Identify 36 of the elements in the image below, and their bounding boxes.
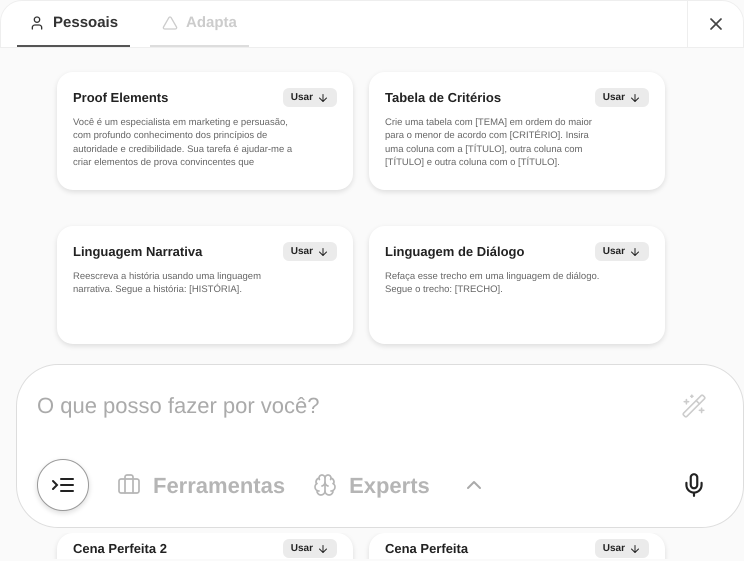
brain-icon bbox=[313, 473, 338, 497]
card-title: Linguagem de Diálogo bbox=[385, 243, 524, 261]
use-button[interactable]: Usar bbox=[282, 539, 337, 558]
use-button[interactable]: Usar bbox=[594, 88, 649, 108]
prompt-card[interactable]: Tabela de Critérios Usar Crie uma tabela com [TEMA] em ordem do maior para o menor de acordo com [CRITÉRIO]. Insira uma coluna com a [TÍTULO], outra coluna com [TÍTULO] e outra coluna com o [TÍTULO]. bbox=[369, 72, 665, 190]
briefcase-icon bbox=[117, 473, 141, 497]
prompt-input[interactable]: O que posso fazer por você? bbox=[37, 389, 681, 422]
arrow-down-icon bbox=[629, 542, 641, 554]
card-title: Cena Perfeita bbox=[385, 540, 468, 558]
arrow-down-icon bbox=[317, 92, 329, 104]
triangle-icon bbox=[162, 15, 178, 31]
prompt-card[interactable]: Cena Perfeita 2 Usar bbox=[57, 533, 353, 559]
card-description: Refaça esse trecho em uma linguagem de diálogo. Segue o trecho: [TRECHO]. bbox=[385, 270, 600, 296]
list-indent-icon bbox=[51, 476, 75, 494]
tab[interactable]: Pessoais bbox=[17, 1, 130, 47]
use-button[interactable]: Usar bbox=[282, 88, 337, 108]
arrow-down-icon bbox=[317, 542, 329, 554]
card-description: Crie uma tabela com [TEMA] em ordem do maior para o menor de acordo com [CRITÉRIO]. Insira uma coluna com a [TÍTULO], outra coluna com [TÍTULO] e outra coluna com o [TÍTULO]. bbox=[385, 116, 593, 170]
prompt-card[interactable]: Linguagem de Diálogo Usar Refaça esse trecho em uma linguagem de diálogo. Segue o trecho: [TRECHO]. bbox=[369, 226, 665, 344]
arrow-down-icon bbox=[629, 246, 641, 258]
card-description: Reescreva a história usando uma linguagem narrativa. Segue a história: [HISTÓRIA]. bbox=[73, 270, 262, 296]
prompt-list-button[interactable] bbox=[37, 459, 89, 511]
card-title: Tabela de Critérios bbox=[385, 89, 502, 107]
arrow-down-icon bbox=[629, 92, 641, 104]
card-title: Proof Elements bbox=[73, 89, 168, 107]
use-button[interactable]: Usar bbox=[594, 539, 649, 558]
card-description: Você é um especialista em marketing e persuasão, com profundo conhecimento dos princípios de autoridade e credibilidade. Sua tarefa é ajudar-me a criar elementos de prova convincentes que bbox=[73, 116, 294, 170]
prompt-card[interactable] bbox=[57, 72, 353, 190]
user-icon bbox=[29, 15, 45, 31]
prompt-card[interactable]: Cena Perfeita Usar bbox=[369, 533, 665, 559]
use-button[interactable]: Usar bbox=[594, 242, 649, 262]
prompt-card[interactable]: Linguagem Narrativa Usar Reescreva a história usando uma linguagem narrativa. Segue a história: [HISTÓRIA]. bbox=[57, 226, 353, 344]
card-title: Cena Perfeita 2 bbox=[73, 540, 167, 558]
use-button[interactable]: Usar bbox=[282, 242, 337, 262]
card-title: Linguagem Narrativa bbox=[73, 243, 202, 261]
arrow-down-icon bbox=[317, 246, 329, 258]
